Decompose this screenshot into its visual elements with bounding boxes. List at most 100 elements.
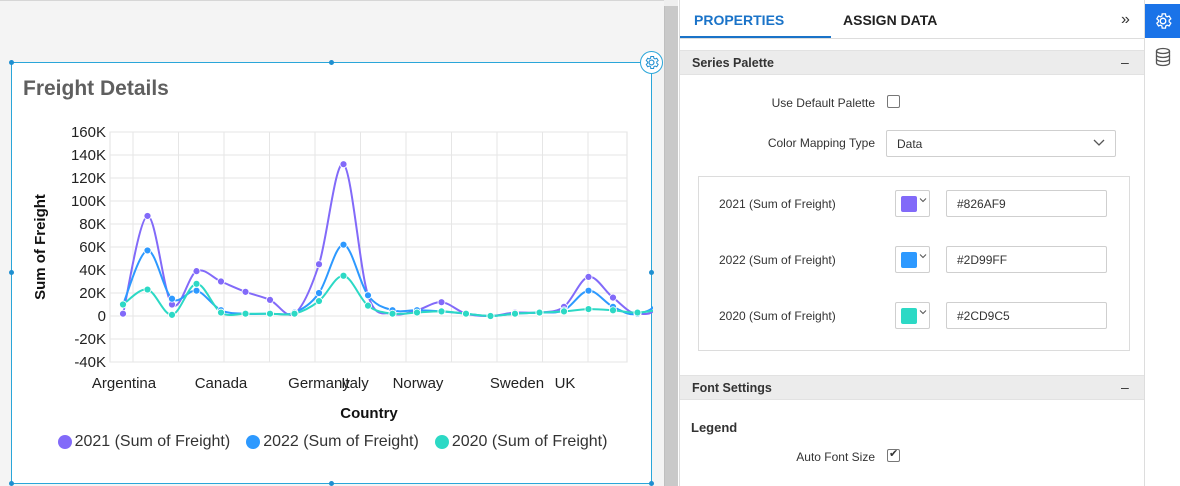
widget-settings-button[interactable] [640,51,663,74]
data-source-button[interactable] [1145,42,1180,72]
panel-splitter[interactable] [664,6,678,486]
legend-item-2020[interactable]: 2020 (Sum of Freight) [434,433,608,451]
data-point [217,277,225,286]
chevron-down-icon [1093,136,1105,151]
series-palette-header[interactable]: Series Palette – [680,50,1145,75]
data-point [388,309,397,318]
use-default-palette-checkbox[interactable] [887,95,900,108]
properties-settings-button[interactable] [1145,4,1180,38]
use-default-palette-label: Use Default Palette [771,96,875,110]
data-point [339,240,348,249]
tab-properties[interactable]: PROPERTIES [694,12,784,28]
data-point [168,310,176,319]
resize-handle-right[interactable] [649,270,654,275]
data-point [584,286,593,295]
x-tick-label: Canada [195,375,248,392]
section-title: Series Palette [692,56,774,70]
collapse-section-icon[interactable]: – [1121,379,1129,395]
legend-item-2022[interactable]: 2022 (Sum of Freight) [246,433,419,451]
y-tick-label: 120K [71,170,106,187]
color-swatch [901,252,917,268]
color-picker-2022[interactable] [895,246,930,273]
y-tick-label: -20K [74,331,106,348]
double-chevron-right-icon: » [1121,11,1130,28]
data-point [609,293,617,302]
right-toolbar [1144,0,1180,486]
data-point [290,309,299,318]
series-color-label: 2022 (Sum of Freight) [719,253,836,267]
line-chart: 160K 140K 120K 100K 80K 60K 40K 20K 0 -20K -40K Arg… [32,124,653,422]
data-point [560,307,568,316]
section-title: Font Settings [692,381,772,395]
legend-marker [434,435,449,449]
hex-input-2020[interactable]: #2CD9C5 [946,302,1107,329]
gear-icon [1156,13,1172,29]
database-icon [1155,47,1171,67]
hex-input-2022[interactable]: #2D99FF [946,246,1107,273]
data-point [413,308,421,317]
data-point [364,301,372,310]
resize-handle-bottom[interactable] [329,481,334,486]
font-settings-header[interactable]: Font Settings – [680,375,1145,400]
x-tick-label: Sweden [490,375,544,392]
data-point [168,294,176,303]
active-tab-indicator [680,36,831,38]
data-point [315,260,323,269]
data-point [143,246,152,255]
y-tick-label: 20K [79,285,106,302]
color-picker-2020[interactable] [895,302,930,329]
series-color-label: 2021 (Sum of Freight) [719,197,836,211]
y-tick-label: 160K [71,124,106,141]
hex-input-2021[interactable]: #826AF9 [946,190,1107,217]
resize-handle-left[interactable] [9,270,14,275]
color-mapping-select[interactable]: Data [886,130,1116,157]
collapse-panel-button[interactable]: » [1121,11,1130,29]
data-point [437,307,446,316]
legend-subheading: Legend [691,420,738,435]
data-point [192,279,201,288]
chart-widget[interactable]: Freight Details 160K 140K 120K 100K 80K 60K 40… [11,62,653,484]
data-point [315,297,323,305]
data-point [339,271,348,280]
chevron-down-icon [919,196,927,206]
legend-label: 2022 (Sum of Freight) [263,433,419,450]
chevron-down-icon [919,252,927,262]
legend-label: 2020 (Sum of Freight) [451,433,608,450]
data-point [192,286,201,295]
auto-font-size-checkbox[interactable] [887,447,900,462]
legend-marker [57,435,72,449]
data-point [143,212,152,220]
color-swatch [901,308,917,324]
y-tick-label: 40K [79,262,106,279]
data-point [462,309,470,318]
collapse-section-icon[interactable]: – [1121,54,1129,70]
data-point [217,308,225,317]
data-point [119,300,127,309]
data-point [266,295,274,304]
data-point [511,309,519,318]
resize-handle-bl[interactable] [9,481,14,486]
y-tick-label: 0 [98,308,106,325]
y-axis-title: Sum of Freight [32,194,49,300]
design-canvas: Freight Details 160K 140K 120K 100K 80K 60K 40… [0,0,664,486]
data-point [437,298,446,307]
y-tick-label: 140K [71,147,106,164]
chart-legend: 2021 (Sum of Freight) 2022 (Sum of Freig… [12,433,653,451]
legend-item-2021[interactable]: 2021 (Sum of Freight) [57,433,230,451]
resize-handle-br[interactable] [649,481,654,486]
x-tick-label: Italy [341,375,369,392]
data-point [315,289,323,297]
resize-handle-tl[interactable] [9,60,14,65]
x-tick-label: UK [555,375,576,392]
data-point [633,308,642,317]
color-picker-2021[interactable] [895,190,930,217]
resize-handle-top[interactable] [329,60,334,65]
y-tick-label: 100K [71,193,106,210]
x-axis-title: Country [340,405,398,422]
tab-assign-data[interactable]: ASSIGN DATA [843,12,937,28]
y-tick-label: -40K [74,354,106,371]
data-point [241,287,250,296]
data-point [584,272,593,281]
y-tick-label: 60K [79,239,106,256]
panel-tabs: PROPERTIES ASSIGN DATA » [680,0,1145,39]
